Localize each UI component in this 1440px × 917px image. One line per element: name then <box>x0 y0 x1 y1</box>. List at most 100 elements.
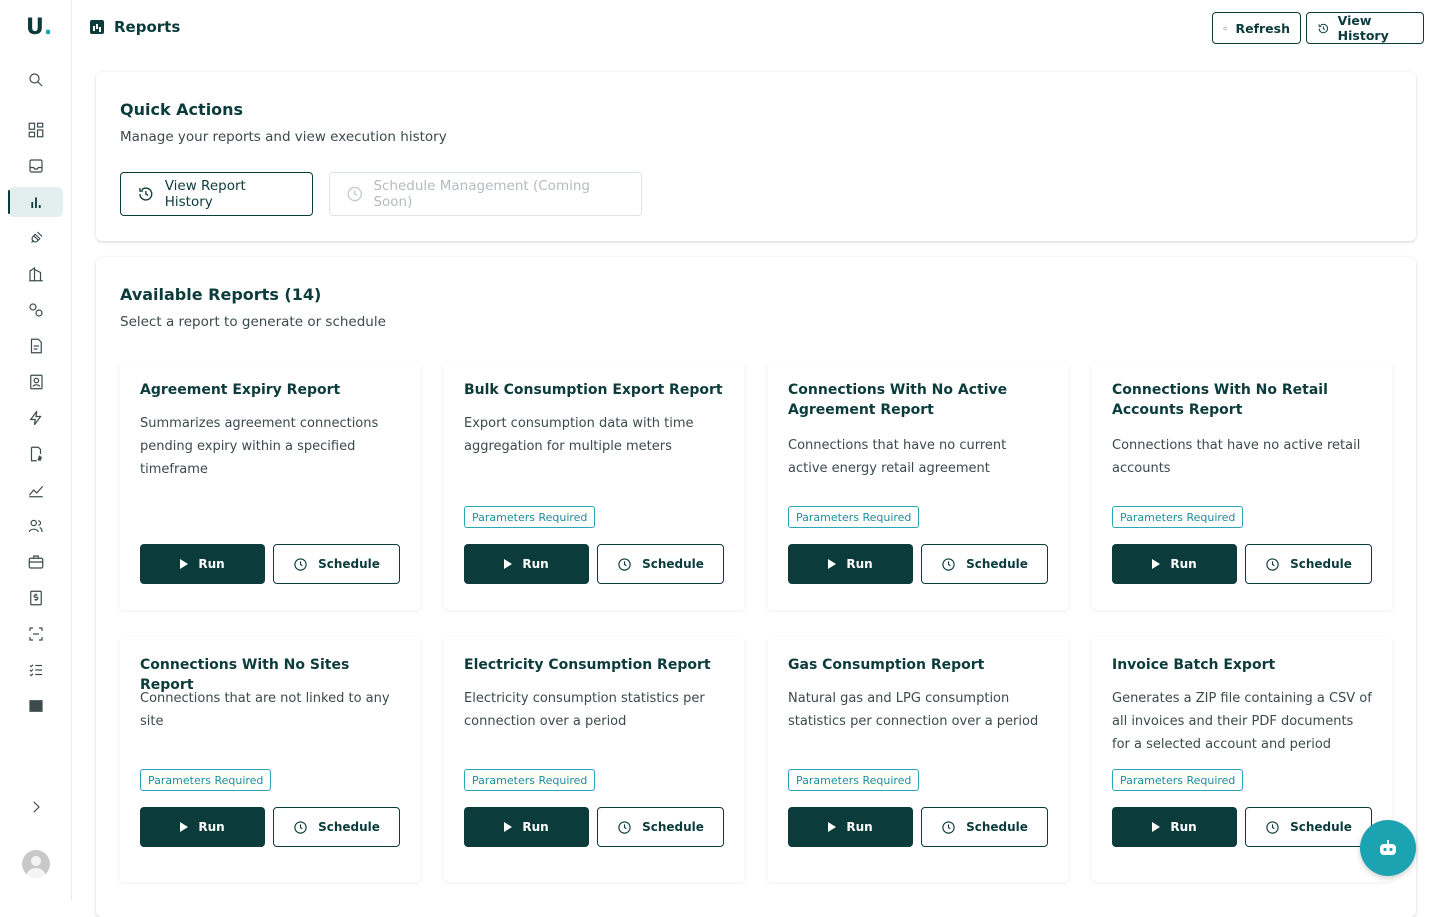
report-card: Gas Consumption Report Natural gas and LP… <box>768 637 1068 882</box>
view-report-history-label: View Report History <box>164 178 246 210</box>
report-card-title: Electricity Consumption Report <box>464 657 711 673</box>
quick-actions-panel: Quick Actions Manage your reports and vi… <box>96 72 1416 241</box>
schedule-label: Schedule <box>642 820 704 834</box>
clock-icon <box>347 186 362 202</box>
chevron-right-icon[interactable] <box>8 792 63 822</box>
run-report-button[interactable]: Run <box>1112 544 1237 584</box>
run-label: Run <box>1170 820 1197 834</box>
report-card-description: Connections that are not linked to any s… <box>140 691 390 729</box>
quick-actions-title: Quick Actions <box>120 100 244 119</box>
schedule-report-button[interactable]: Schedule <box>1245 544 1372 584</box>
play-icon <box>180 822 189 832</box>
schedule-label: Schedule <box>966 820 1028 834</box>
plug-icon[interactable] <box>8 223 63 253</box>
scan-icon[interactable] <box>8 619 63 649</box>
sidebar: U. <box>0 0 72 900</box>
refresh-label: Refresh <box>1235 20 1290 36</box>
schedule-label: Schedule <box>966 557 1028 571</box>
run-report-button[interactable]: Run <box>788 544 913 584</box>
clock-icon <box>618 557 631 571</box>
available-reports-panel: Available Reports (14) Select a report t… <box>96 257 1416 917</box>
schedule-label: Schedule <box>1290 557 1352 571</box>
schedule-label: Schedule <box>642 557 704 571</box>
play-icon <box>180 559 189 569</box>
clock-icon <box>294 557 307 571</box>
available-reports-title: Available Reports (14) <box>120 285 322 304</box>
report-card: Connections With No Retail Accounts Repo… <box>1092 362 1392 610</box>
dashboard-icon[interactable] <box>8 115 63 145</box>
report-card-title: Invoice Batch Export <box>1112 657 1276 673</box>
briefcase-icon[interactable] <box>8 547 63 577</box>
page-title-text: Reports <box>114 18 181 36</box>
view-report-history-button[interactable]: View Report History <box>120 172 313 216</box>
robot-icon <box>1380 840 1396 855</box>
reports-icon <box>90 20 104 34</box>
lightning-icon[interactable] <box>8 403 63 433</box>
quick-actions-subtitle: Manage your reports and view execution h… <box>120 129 447 145</box>
schedule-report-button[interactable]: Schedule <box>273 807 400 847</box>
parameters-required-badge: Parameters Required <box>788 506 920 528</box>
play-icon <box>828 822 837 832</box>
parameters-required-badge: Parameters Required <box>788 769 920 791</box>
analytics-icon[interactable] <box>8 475 63 505</box>
users-icon[interactable] <box>8 511 63 541</box>
inbox-icon[interactable] <box>8 151 63 181</box>
report-card: Connections With No Sites Report Connecti… <box>120 637 420 882</box>
location-icon[interactable] <box>8 295 63 325</box>
schedule-report-button[interactable]: Schedule <box>921 544 1048 584</box>
billing-icon[interactable] <box>8 439 63 469</box>
chat-assistant-button[interactable] <box>1360 820 1416 876</box>
run-label: Run <box>846 557 873 571</box>
report-card: Connections With No Active Agreement Rep… <box>768 362 1068 610</box>
report-card-title: Connections With No Retail Accounts Repo… <box>1112 382 1328 418</box>
run-report-button[interactable]: Run <box>140 807 265 847</box>
schedule-label: Schedule <box>318 557 380 571</box>
refresh-icon <box>1223 26 1227 30</box>
run-report-button[interactable]: Run <box>788 807 913 847</box>
app-logo[interactable]: U. <box>26 15 52 40</box>
building-icon[interactable] <box>8 259 63 289</box>
report-card: Invoice Batch Export Generates a ZIP file… <box>1092 637 1392 882</box>
schedule-report-button[interactable]: Schedule <box>273 544 400 584</box>
run-report-button[interactable]: Run <box>464 807 589 847</box>
reports-icon[interactable] <box>8 187 63 217</box>
play-icon <box>828 559 837 569</box>
report-card-description: Electricity consumption statistics per c… <box>464 691 705 729</box>
report-card-title: Agreement Expiry Report <box>140 382 341 398</box>
clock-icon <box>1266 557 1279 571</box>
clock-icon <box>294 820 307 834</box>
contacts-icon[interactable] <box>8 367 63 397</box>
run-label: Run <box>846 820 873 834</box>
avatar[interactable] <box>22 850 50 878</box>
schedule-report-button[interactable]: Schedule <box>921 807 1048 847</box>
schedule-management-button: Schedule Management (Coming Soon) <box>329 172 642 216</box>
schedule-label: Schedule <box>1290 820 1352 834</box>
parameters-required-badge: Parameters Required <box>1112 506 1244 528</box>
report-card-title: Bulk Consumption Export Report <box>464 382 723 398</box>
available-reports-subtitle: Select a report to generate or schedule <box>120 314 386 330</box>
checklist-icon[interactable] <box>8 655 63 685</box>
report-card-title: Connections With No Active Agreement Rep… <box>788 382 1008 418</box>
refresh-button[interactable]: Refresh <box>1212 12 1301 44</box>
view-history-button[interactable]: View History <box>1306 12 1424 44</box>
play-icon <box>504 559 513 569</box>
report-card-description: Connections that have no active retail a… <box>1112 438 1361 476</box>
parameters-required-badge: Parameters Required <box>1112 769 1244 791</box>
run-label: Run <box>198 557 225 571</box>
schedule-report-button[interactable]: Schedule <box>597 807 724 847</box>
schedule-management-label: Schedule Management (Coming Soon) <box>373 178 590 210</box>
table-icon[interactable] <box>8 691 63 721</box>
schedule-report-button[interactable]: Schedule <box>597 544 724 584</box>
run-report-button[interactable]: Run <box>140 544 265 584</box>
play-icon <box>1152 822 1161 832</box>
run-report-button[interactable]: Run <box>464 544 589 584</box>
view-history-label: View History <box>1337 13 1389 43</box>
parameters-required-badge: Parameters Required <box>140 769 272 791</box>
search-icon[interactable] <box>8 65 63 95</box>
invoice-icon[interactable] <box>8 583 63 613</box>
run-report-button[interactable]: Run <box>1112 807 1237 847</box>
clock-icon <box>618 820 631 834</box>
history-icon <box>1318 23 1329 33</box>
schedule-report-button[interactable]: Schedule <box>1245 807 1372 847</box>
document-icon[interactable] <box>8 331 63 361</box>
